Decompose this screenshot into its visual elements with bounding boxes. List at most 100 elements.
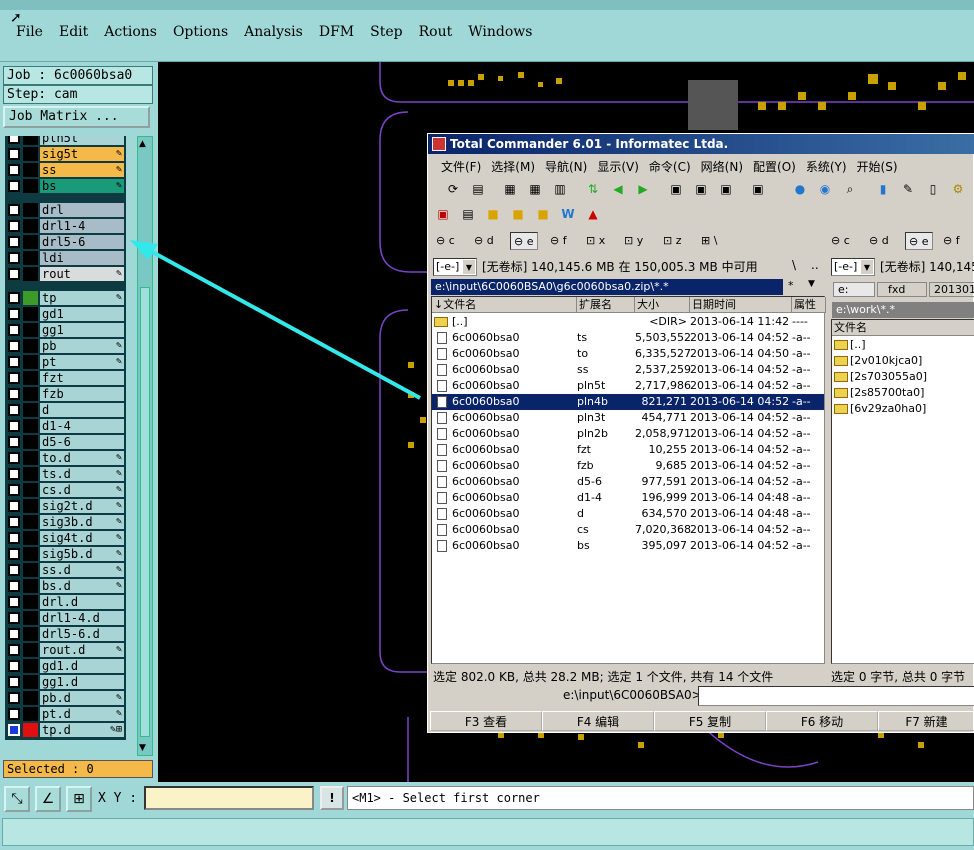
- multi-rename-icon[interactable]: ▣: [748, 179, 768, 199]
- file-row[interactable]: 6c0060bsa0 d1-4 196,999 2013-06-14 04:48 -a-…: [432, 490, 824, 506]
- up-button[interactable]: ..: [811, 258, 819, 272]
- right-tab-fxd[interactable]: fxd: [877, 282, 927, 297]
- right-tab-2013[interactable]: 201301: [929, 282, 974, 297]
- tc-title-bar[interactable]: Total Commander 6.01 - Informatec Ltda.: [428, 134, 974, 154]
- f3-view-button[interactable]: F3 查看: [430, 711, 542, 731]
- drive-x[interactable]: ⊡ x: [586, 232, 605, 250]
- unpack-icon[interactable]: ▤: [468, 179, 488, 199]
- right-drive-select[interactable]: [-e-] ▼: [831, 258, 875, 276]
- left-status: 选定 802.0 KB, 总共 28.2 MB; 选定 1 个文件, 共有 14…: [433, 670, 774, 684]
- right-file-panel[interactable]: 文件名 [..] [2v010kjca0] [2s703055a0] [2s85700…: [831, 319, 974, 664]
- file-row[interactable]: 6c0060bsa0 d5-6 977,591 2013-06-14 04:52 -a-…: [432, 474, 824, 490]
- compare-icon[interactable]: ▣: [691, 179, 711, 199]
- drive-z[interactable]: ⊡ z: [663, 232, 682, 250]
- drive-network[interactable]: ⊞ \: [701, 232, 717, 250]
- xy-input[interactable]: [144, 786, 314, 810]
- file-row[interactable]: 6c0060bsa0 pln3t 454,771 2013-06-14 04:52 -a…: [432, 410, 824, 426]
- file-row[interactable]: 6c0060bsa0 fzt 10,255 2013-06-14 04:52 -a--: [432, 442, 824, 458]
- search-icon[interactable]: ⌕: [840, 179, 860, 199]
- file-row[interactable]: 6c0060bsa0 d 634,570 2013-06-14 04:48 -a--: [432, 506, 824, 522]
- folder-icon[interactable]: ■: [483, 204, 503, 224]
- col-size-header[interactable]: 大小: [635, 297, 690, 313]
- file-row[interactable]: 6c0060bsa0 to 6,335,527 2013-06-14 04:50 -a-…: [432, 346, 824, 362]
- root-button[interactable]: \: [792, 258, 796, 272]
- drive-y[interactable]: ⊡ y: [624, 232, 643, 250]
- file-row[interactable]: 6c0060bsa0 pln5t 2,717,986 2013-06-14 04:52…: [432, 378, 824, 394]
- zoom-fit-icon[interactable]: ⤡: [4, 786, 30, 812]
- word-icon[interactable]: W: [558, 204, 578, 224]
- right-drive-e[interactable]: ⊖ e: [905, 232, 933, 250]
- save-icon[interactable]: ▣: [433, 204, 453, 224]
- file-row[interactable]: 6c0060bsa0 pln2b 2,058,971 2013-06-14 04:52…: [432, 426, 824, 442]
- forward-icon[interactable]: ▶: [633, 179, 653, 199]
- f5-copy-button[interactable]: F5 复制: [654, 711, 766, 731]
- left-path[interactable]: e:\input\6C0060BSA0\g6c0060bsa0.zip\*.*: [431, 279, 783, 295]
- brief-view-icon[interactable]: ▦: [500, 179, 520, 199]
- ftp-icon[interactable]: ◉: [815, 179, 835, 199]
- settings-icon[interactable]: ⚙: [948, 179, 968, 199]
- refresh-icon[interactable]: ⟳: [443, 179, 463, 199]
- col-attr-header[interactable]: 属性: [792, 297, 826, 313]
- file-row[interactable]: [..] <DIR> 2013-06-14 11:42 ----: [432, 314, 824, 330]
- drive-e[interactable]: ⊖ e: [510, 232, 538, 250]
- file-row[interactable]: 6c0060bsa0 ss 2,537,259 2013-06-14 04:52 -a-…: [432, 362, 824, 378]
- folder-icon-2[interactable]: ■: [508, 204, 528, 224]
- right-tab-e[interactable]: e:: [833, 282, 875, 297]
- right-file-row[interactable]: [2s85700ta0]: [832, 385, 974, 401]
- right-file-row[interactable]: [2s703055a0]: [832, 369, 974, 385]
- measure-icon[interactable]: ∠: [35, 786, 61, 812]
- alert-button[interactable]: !: [320, 786, 344, 810]
- right-file-row[interactable]: [6v29za0ha0]: [832, 401, 974, 417]
- file-row[interactable]: 6c0060bsa0 pln4b 821,271 2013-06-14 04:52 -a…: [432, 394, 824, 410]
- tc-menu-start[interactable]: 开始(S): [852, 156, 903, 177]
- right-drive-d[interactable]: ⊖ d: [869, 232, 889, 250]
- grid-icon[interactable]: ⊞: [66, 786, 92, 812]
- pack-icon[interactable]: ▣: [666, 179, 686, 199]
- file-row[interactable]: 6c0060bsa0 fzb 9,685 2013-06-14 04:52 -a--: [432, 458, 824, 474]
- history-dropdown-icon[interactable]: ▼: [808, 279, 815, 289]
- col-ext-header[interactable]: 扩展名: [577, 297, 635, 313]
- command-input[interactable]: [698, 686, 974, 706]
- left-file-panel[interactable]: ↓文件名 扩展名 大小 日期时间 属性 [..] <DIR> 2013-06-14 …: [431, 296, 826, 664]
- swap-icon[interactable]: ⇅: [583, 179, 603, 199]
- edit-icon[interactable]: ✎: [898, 179, 918, 199]
- f4-edit-button[interactable]: F4 编辑: [542, 711, 654, 731]
- right-path[interactable]: e:\work\*.*: [832, 302, 974, 318]
- notes-icon[interactable]: ▮: [873, 179, 893, 199]
- tree-view-icon[interactable]: ▥: [550, 179, 570, 199]
- left-drive-select[interactable]: [-e-] ▼: [433, 258, 477, 276]
- right-col-name-header[interactable]: 文件名: [832, 320, 974, 336]
- col-date-header[interactable]: 日期时间: [690, 297, 792, 313]
- folder-icon-3[interactable]: ■: [533, 204, 553, 224]
- f7-new-button[interactable]: F7 新建: [878, 711, 974, 731]
- sync-icon[interactable]: ▣: [716, 179, 736, 199]
- star-button[interactable]: *: [788, 279, 794, 292]
- tc-menu-nav[interactable]: 导航(N): [540, 156, 592, 177]
- drive-d[interactable]: ⊖ d: [474, 232, 494, 250]
- right-drive-c[interactable]: ⊖ c: [831, 232, 850, 250]
- f6-move-button[interactable]: F6 移动: [766, 711, 878, 731]
- tc-menu-system[interactable]: 系统(Y): [801, 156, 852, 177]
- tc-menu-select[interactable]: 选择(M): [486, 156, 540, 177]
- file-row[interactable]: 6c0060bsa0 ts 5,503,552 2013-06-14 04:52 -a-…: [432, 330, 824, 346]
- file-ext: d: [577, 507, 584, 520]
- tc-menu-net[interactable]: 网络(N): [696, 156, 748, 177]
- file-row[interactable]: 6c0060bsa0 cs 7,020,368 2013-06-14 04:52 -a-…: [432, 522, 824, 538]
- tc-menu-file[interactable]: 文件(F): [436, 156, 486, 177]
- right-file-row[interactable]: [2v010kjca0]: [832, 353, 974, 369]
- drive-c[interactable]: ⊖ c: [436, 232, 455, 250]
- col-name-header[interactable]: ↓文件名: [432, 297, 577, 313]
- pdf-icon[interactable]: ▲: [583, 204, 603, 224]
- archive-icon[interactable]: ▯: [923, 179, 943, 199]
- drive-f[interactable]: ⊖ f: [550, 232, 567, 250]
- bulb-icon[interactable]: ●: [790, 179, 810, 199]
- tc-menu-commands[interactable]: 命令(C): [644, 156, 696, 177]
- console-icon[interactable]: ▤: [458, 204, 478, 224]
- right-drive-f[interactable]: ⊖ f: [943, 232, 960, 250]
- tc-menu-config[interactable]: 配置(O): [748, 156, 801, 177]
- file-row[interactable]: 6c0060bsa0 bs 395,097 2013-06-14 04:52 -a--: [432, 538, 824, 554]
- right-file-row[interactable]: [..]: [832, 337, 974, 353]
- full-view-icon[interactable]: ▦: [525, 179, 545, 199]
- tc-menu-view[interactable]: 显示(V): [592, 156, 644, 177]
- back-icon[interactable]: ◀: [608, 179, 628, 199]
